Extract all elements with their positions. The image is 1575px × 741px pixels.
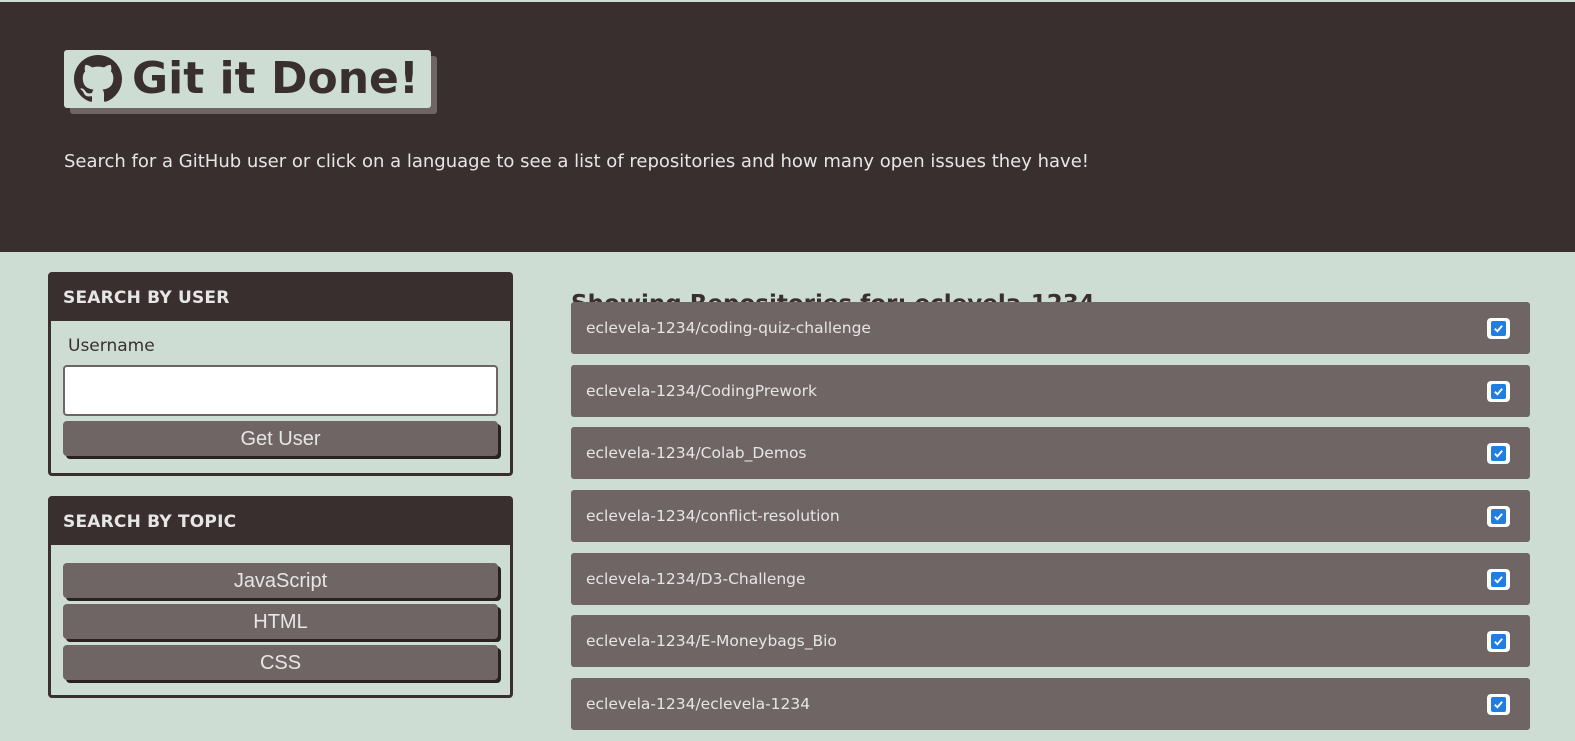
topic-css-button[interactable]: CSS xyxy=(63,645,498,680)
repo-item[interactable]: eclevela-1234/eclevela-1234 xyxy=(571,678,1530,731)
repo-item[interactable]: eclevela-1234/E-Moneybags_Bio xyxy=(571,615,1530,668)
check-square-icon xyxy=(1487,380,1510,402)
app-subtitle: Search for a GitHub user or click on a l… xyxy=(64,151,1089,172)
check-square-icon xyxy=(1487,318,1510,339)
search-by-user-panel: SEARCH BY USER Username Get User xyxy=(48,272,513,476)
repo-item[interactable]: eclevela-1234/CodingPrework xyxy=(571,364,1530,417)
check-square-icon xyxy=(1487,568,1510,590)
username-label: Username xyxy=(68,336,155,356)
topic-html-button[interactable]: HTML xyxy=(63,604,498,639)
search-by-topic-heading: SEARCH BY TOPIC xyxy=(51,499,510,545)
repo-name: eclevela-1234/coding-quiz-challenge xyxy=(586,319,871,337)
repo-item[interactable]: eclevela-1234/coding-quiz-challenge xyxy=(571,302,1530,354)
repo-item[interactable]: eclevela-1234/conflict-resolution xyxy=(571,490,1530,543)
get-user-button[interactable]: Get User xyxy=(63,421,498,456)
topic-javascript-button[interactable]: JavaScript xyxy=(63,563,498,598)
repo-name: eclevela-1234/conflict-resolution xyxy=(586,507,840,526)
check-square-icon xyxy=(1487,506,1510,528)
hero-header: Git it Done! Search for a GitHub user or… xyxy=(0,2,1575,252)
app-title-badge: Git it Done! xyxy=(64,50,431,108)
repo-list: eclevela-1234/coding-quiz-challenge ecle… xyxy=(571,302,1530,741)
repo-name: eclevela-1234/eclevela-1234 xyxy=(586,695,811,714)
github-icon xyxy=(74,55,122,103)
repo-name: eclevela-1234/Colab_Demos xyxy=(586,444,807,463)
repo-item[interactable]: eclevela-1234/Colab_Demos xyxy=(571,427,1530,480)
repo-name: eclevela-1234/CodingPrework xyxy=(586,381,817,400)
search-by-user-heading: SEARCH BY USER xyxy=(51,275,510,321)
check-square-icon xyxy=(1487,631,1510,653)
username-input[interactable] xyxy=(63,365,498,416)
repo-name: eclevela-1234/D3-Challenge xyxy=(586,569,806,588)
check-square-icon xyxy=(1487,694,1510,716)
app-title: Git it Done! xyxy=(132,53,419,104)
search-by-topic-panel: SEARCH BY TOPIC JavaScript HTML CSS xyxy=(48,496,513,698)
check-square-icon xyxy=(1487,443,1510,465)
repo-item[interactable]: eclevela-1234/D3-Challenge xyxy=(571,552,1530,605)
repo-name: eclevela-1234/E-Moneybags_Bio xyxy=(586,632,837,651)
